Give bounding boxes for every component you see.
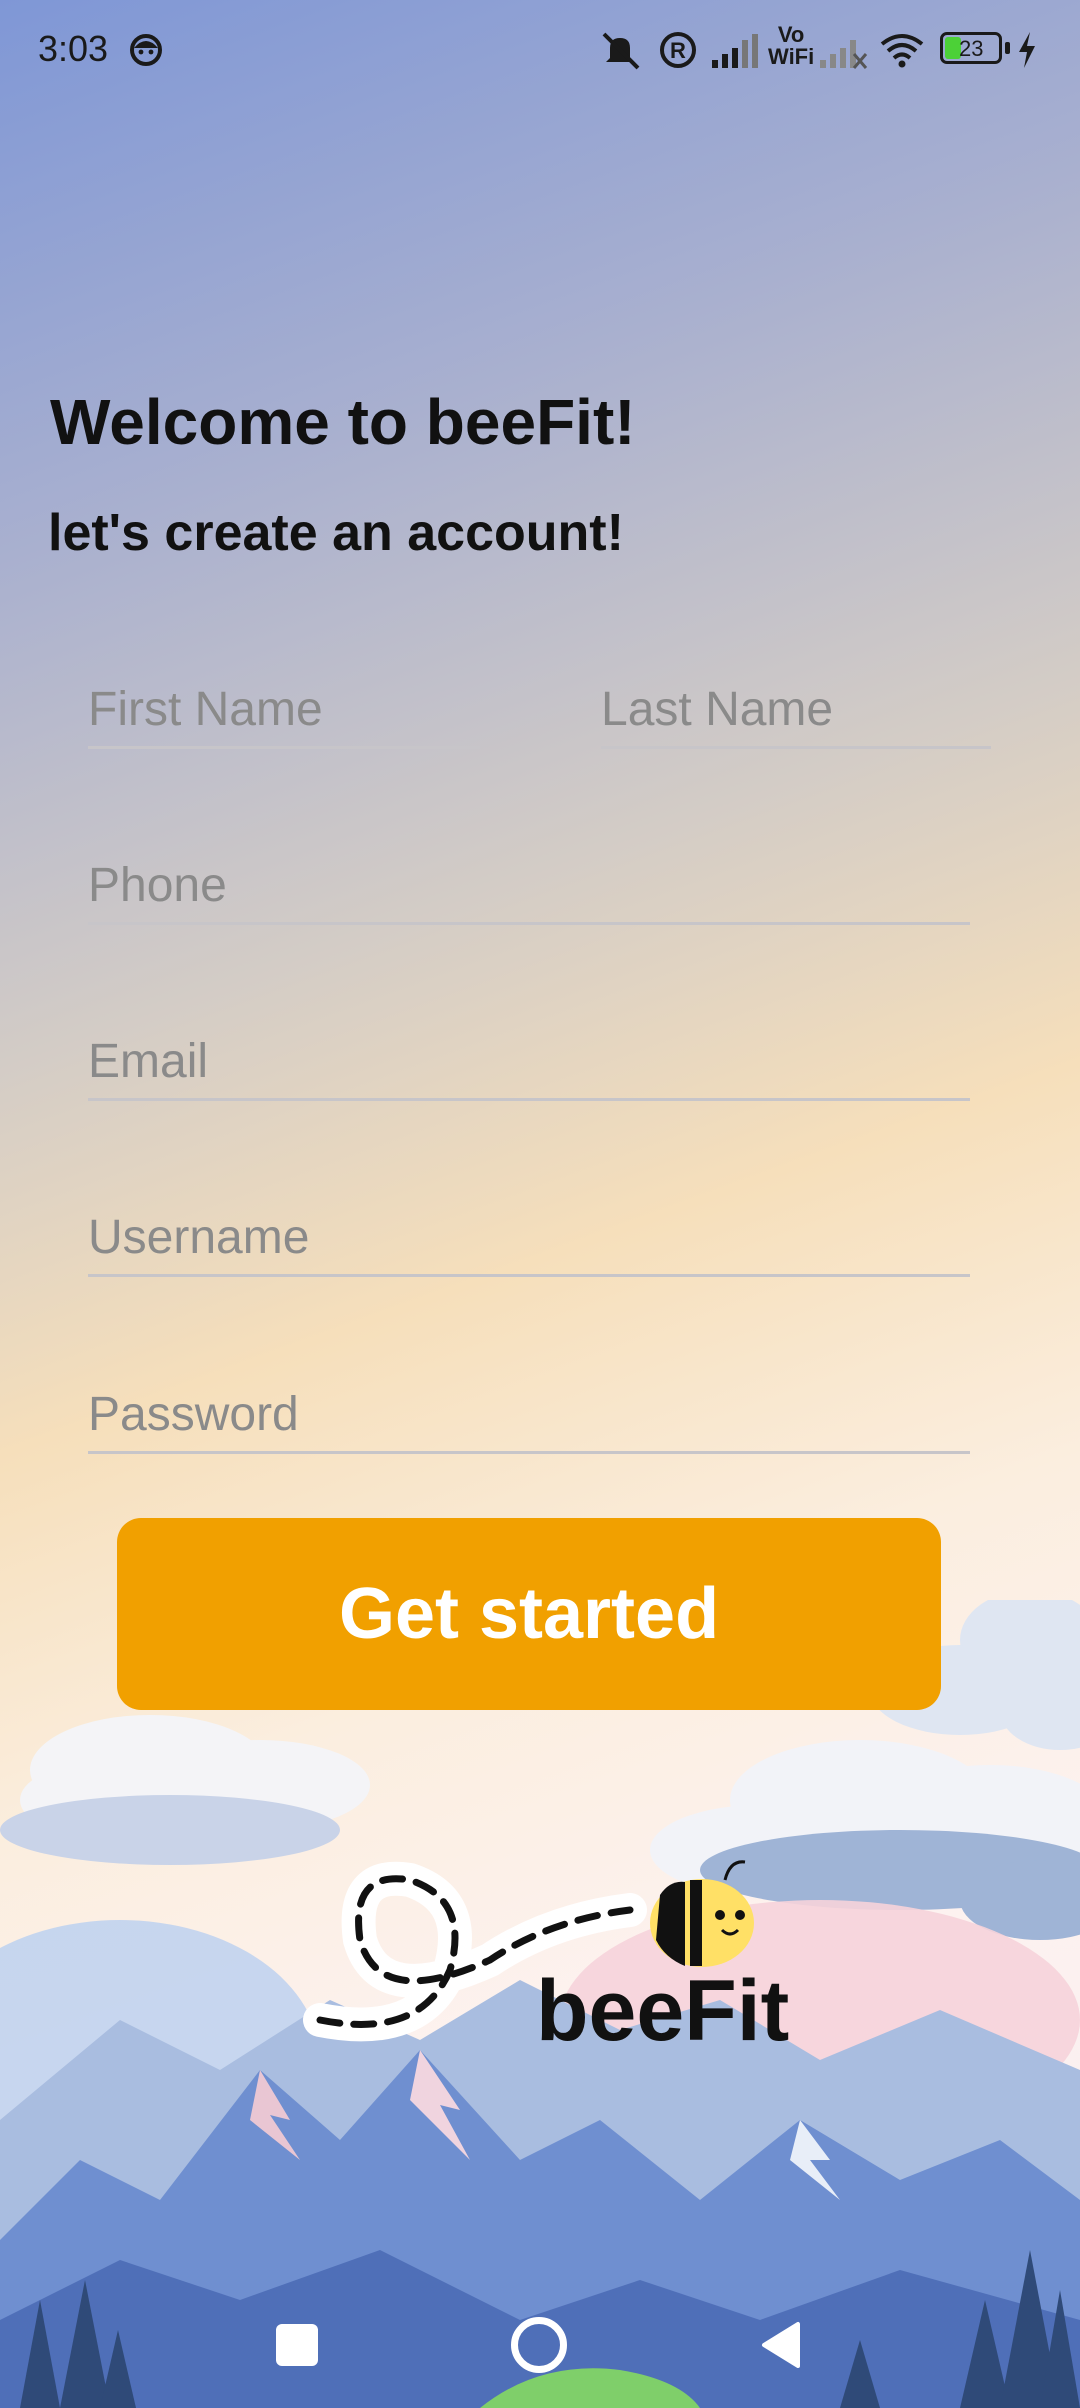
status-bar: 3:03 R Vo WiFi 23 <box>0 0 1080 96</box>
registered-icon: R <box>660 32 696 68</box>
signal-off-icon <box>820 40 868 69</box>
last-name-field[interactable] <box>601 672 991 749</box>
bee-icon <box>650 1860 754 1967</box>
username-field[interactable] <box>88 1200 970 1277</box>
battery-icon: 23 <box>940 32 1002 64</box>
password-input[interactable] <box>88 1377 970 1451</box>
page-title: Welcome to beeFit! <box>50 386 636 458</box>
email-field[interactable] <box>88 1024 970 1101</box>
username-input[interactable] <box>88 1200 970 1274</box>
logo-text: beeFit <box>536 1963 790 2059</box>
password-field[interactable] <box>88 1377 970 1454</box>
first-name-input[interactable] <box>88 672 480 746</box>
mute-icon <box>602 32 640 70</box>
phone-field[interactable] <box>88 848 970 925</box>
last-name-input[interactable] <box>601 672 991 746</box>
page-subtitle: let's create an account! <box>48 504 624 562</box>
recents-icon[interactable] <box>276 2324 318 2366</box>
svg-text:R: R <box>670 38 686 63</box>
home-icon[interactable] <box>511 2317 567 2373</box>
wifi-icon <box>880 34 924 68</box>
charging-icon <box>1019 32 1035 68</box>
status-time: 3:03 <box>38 28 109 69</box>
face-icon <box>130 34 162 66</box>
signal-icon <box>712 34 758 68</box>
email-input[interactable] <box>88 1024 970 1098</box>
get-started-button[interactable]: Get started <box>117 1518 941 1710</box>
battery-level: 23 <box>959 36 984 61</box>
vowifi-icon: Vo WiFi <box>768 22 815 69</box>
first-name-field[interactable] <box>88 672 480 749</box>
back-icon[interactable] <box>758 2320 802 2370</box>
phone-input[interactable] <box>88 848 970 922</box>
system-nav-bar <box>0 2300 1080 2408</box>
